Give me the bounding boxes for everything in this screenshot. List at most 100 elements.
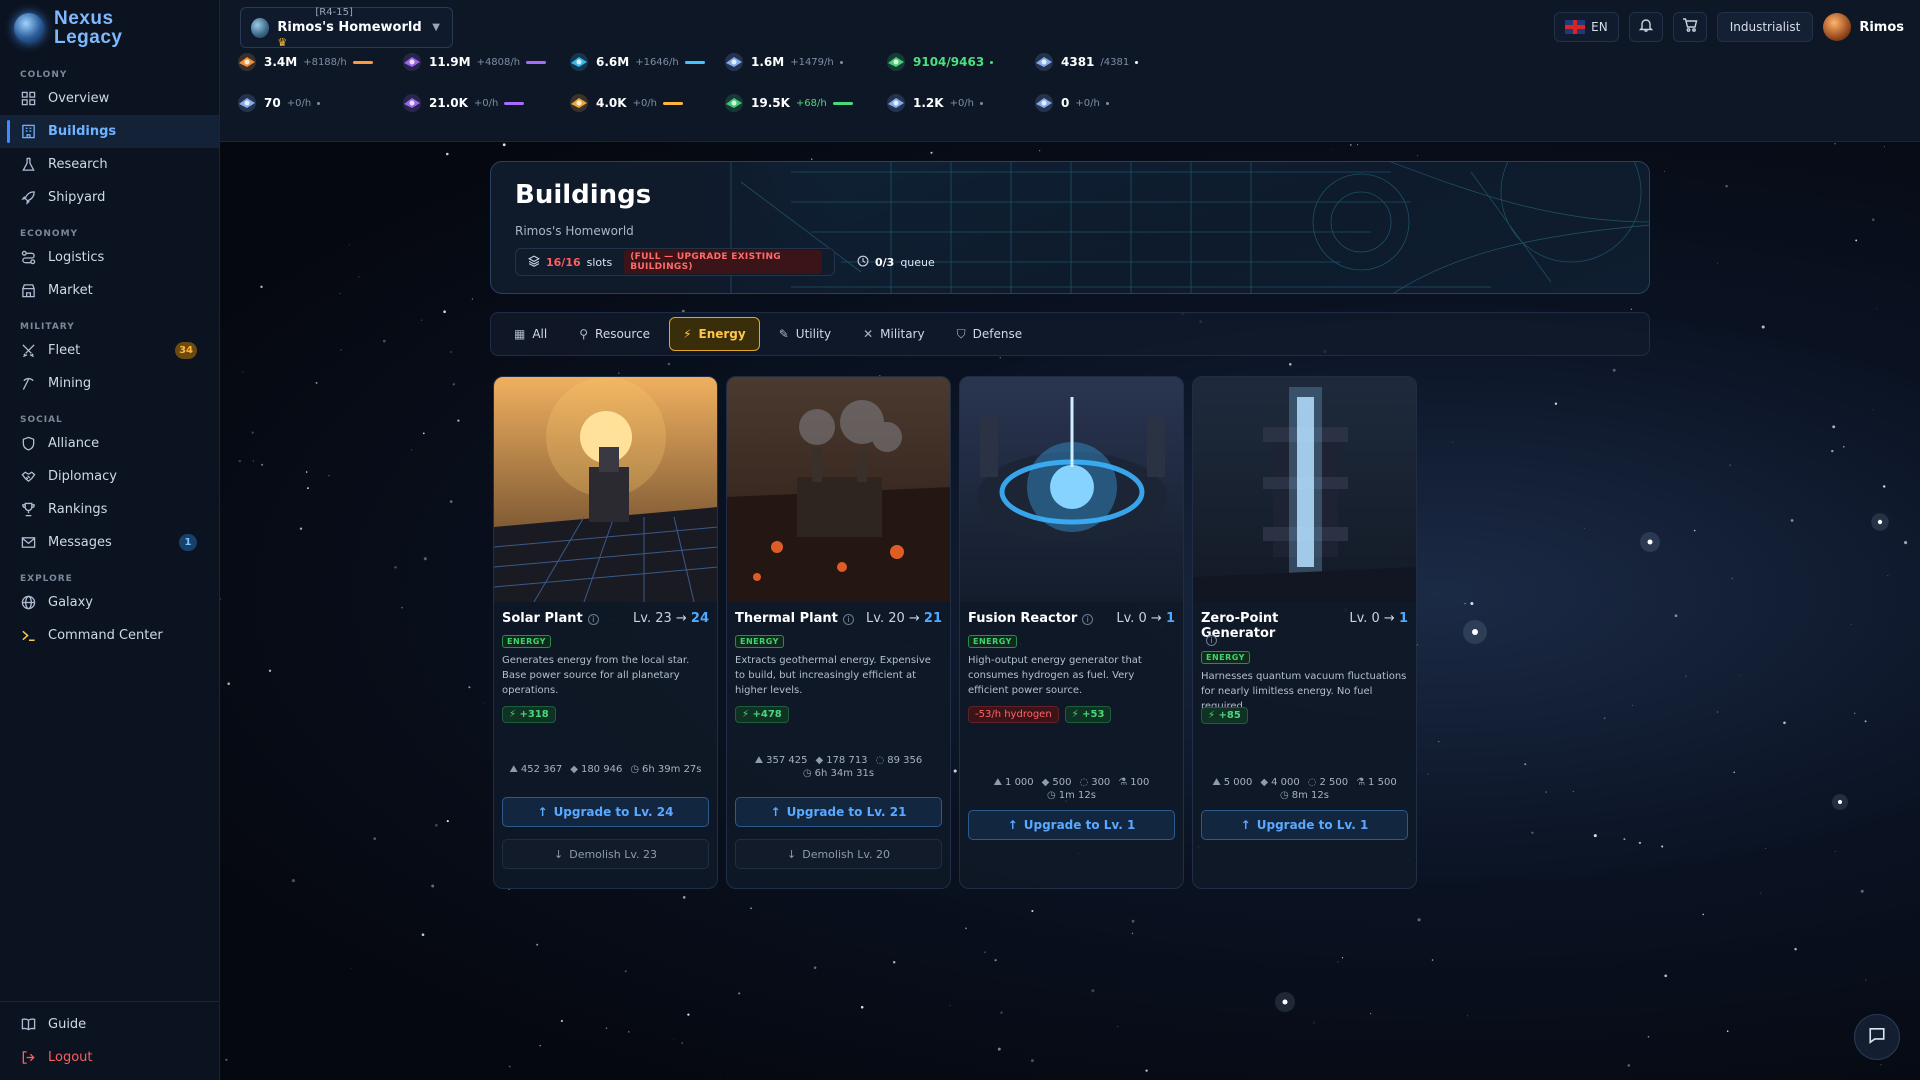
logo-icon	[14, 13, 44, 43]
resource-rate: +0/h	[286, 97, 312, 109]
swords-icon: ✕	[863, 327, 874, 341]
info-icon[interactable]: i	[842, 614, 854, 625]
next-level: 1	[1165, 611, 1175, 626]
chat-button[interactable]	[1854, 1014, 1900, 1060]
sidebar-item-label: Alliance	[48, 436, 100, 451]
planet-selector[interactable]: [R4-15] Rimos's Homeworld ♛ ▼	[240, 7, 453, 49]
sidebar-item-diplomacy[interactable]: Diplomacy	[0, 460, 219, 493]
cost-list: ⛰ 452 367 ◆ 180 946 ◷ 6h 39m 27s	[502, 764, 709, 775]
rank-badge[interactable]: Industrialist	[1716, 12, 1814, 42]
sidebar-item-research[interactable]: Research	[0, 148, 219, 181]
cost-list: ⛰ 1 000 ◆ 500 ◌ 300 ⚗ 100 ◷ 1m 12s	[968, 777, 1175, 801]
ore-icon: ⛰	[509, 764, 518, 775]
upgrade-button[interactable]: ↑ Upgrade to Lv. 1	[968, 810, 1175, 840]
sidebar-item-label: Overview	[48, 91, 110, 106]
hydrogen-orb-icon	[568, 51, 590, 73]
resource-bar	[317, 101, 321, 105]
upgrade-button[interactable]: ↑ Upgrade to Lv. 21	[735, 797, 942, 827]
category-tag: ENERGY	[968, 635, 1017, 648]
sidebar-item-label: Messages	[48, 535, 112, 550]
resource-hydrogen-orb: 6.6M +1646/h	[568, 47, 723, 77]
crystal-icon: ◆	[1041, 777, 1050, 788]
resource-bar	[684, 60, 705, 64]
cost-value: 8m 12s	[1291, 790, 1329, 801]
demolish-label: Demolish Lv. 20	[802, 847, 890, 861]
flask-icon: ⚗	[1118, 777, 1128, 788]
grid-icon	[20, 91, 36, 107]
queue-indicator: 0/3 queue	[845, 248, 935, 276]
resource-rate: +1646/h	[635, 56, 679, 68]
hydrogen-icon: ◌	[1079, 777, 1089, 788]
upgrade-label: Upgrade to Lv. 1	[1023, 818, 1136, 832]
notifications-button[interactable]	[1628, 12, 1663, 42]
demolish-button[interactable]: ↓ Demolish Lv. 23	[502, 839, 709, 869]
cost-value: 1m 12s	[1058, 790, 1096, 801]
book-icon	[20, 1017, 36, 1033]
resource-value: 1.2K	[913, 96, 944, 110]
sidebar-item-logistics[interactable]: Logistics	[0, 241, 219, 274]
tab-label: Utility	[795, 327, 832, 341]
app-logo[interactable]: Nexus Legacy	[0, 0, 219, 56]
upgrade-button[interactable]: ↑ Upgrade to Lv. 1	[1201, 810, 1408, 840]
sidebar-item-rankings[interactable]: Rankings	[0, 493, 219, 526]
language-selector[interactable]: EN	[1554, 12, 1619, 42]
shop-button[interactable]	[1672, 12, 1707, 42]
tab-energy[interactable]: ⚡ Energy	[669, 317, 760, 351]
production-badge: ⚡ +478	[735, 706, 789, 723]
sidebar-item-logout[interactable]: Logout	[0, 1041, 220, 1074]
sidebar-item-buildings[interactable]: Buildings	[0, 115, 219, 148]
cost-value: 300	[1091, 777, 1111, 788]
sidebar-item-guide[interactable]: Guide	[0, 1008, 220, 1041]
sidebar-item-mining[interactable]: Mining	[0, 367, 219, 400]
cost-value: 2 500	[1319, 777, 1349, 788]
tab-all[interactable]: ▦ All	[501, 317, 560, 351]
sidebar-item-label: Logistics	[48, 250, 105, 265]
resource-bar	[990, 60, 994, 64]
building-level: Lv. 20 → 21	[866, 611, 942, 626]
ore-icon: ⛰	[993, 777, 1003, 788]
demolish-button[interactable]: ↓ Demolish Lv. 20	[735, 839, 942, 869]
resource-bar	[1135, 60, 1139, 64]
cost-clock: ◷ 8m 12s	[1280, 790, 1329, 801]
sidebar-item-galaxy[interactable]: Galaxy	[0, 586, 219, 619]
sidebar-item-shipyard[interactable]: Shipyard	[0, 181, 219, 214]
user-menu[interactable]: Rimos	[1823, 13, 1904, 41]
tab-military[interactable]: ✕ Military	[850, 317, 938, 351]
sidebar-item-fleet[interactable]: Fleet 34	[0, 334, 219, 367]
info-icon[interactable]: i	[1082, 614, 1094, 625]
cost-crystal: ◆ 4 000	[1260, 777, 1299, 788]
cost-value: 1 000	[1005, 777, 1034, 788]
nav-section-explore: EXPLORE	[20, 574, 73, 584]
cost-value: 6h 34m 31s	[814, 768, 875, 779]
sidebar-item-messages[interactable]: Messages 1	[0, 526, 219, 559]
tab-defense[interactable]: ⛉ Defense	[944, 317, 1036, 351]
resource-value: 4381	[1061, 55, 1095, 69]
sidebar-item-market[interactable]: Market	[0, 274, 219, 307]
top-right-controls: EN Industrialist Rimos	[1554, 10, 1904, 44]
sidebar-item-overview[interactable]: Overview	[0, 82, 219, 115]
info-icon[interactable]: i	[587, 614, 599, 625]
cost-value: 452 367	[520, 764, 563, 775]
resource-value: 0	[1061, 96, 1070, 110]
uk-flag-icon	[1565, 20, 1586, 34]
handshake-icon	[20, 469, 36, 485]
sidebar-item-alliance[interactable]: Alliance	[0, 427, 219, 460]
tab-resource[interactable]: ⚲ Resource	[566, 317, 663, 351]
info-icon[interactable]: i	[1206, 635, 1217, 646]
energy-core-icon	[885, 51, 907, 73]
arrow-up-icon: ↑	[1007, 818, 1018, 832]
upgrade-button[interactable]: ↑ Upgrade to Lv. 24	[502, 797, 709, 827]
upgrade-label: Upgrade to Lv. 1	[1256, 818, 1369, 832]
slots-full-warning: (FULL — UPGRADE EXISTING BUILDINGS)	[624, 250, 822, 274]
sidebar-bottom: Guide Logout	[0, 1001, 220, 1080]
tab-label: Defense	[972, 327, 1023, 341]
resource-value: 6.6M	[596, 55, 630, 69]
sidebar-item-command-center[interactable]: Command Center	[0, 619, 219, 652]
cost-crystal: ◆ 178 713	[815, 755, 867, 766]
tab-utility[interactable]: ✎ Utility	[766, 317, 844, 351]
resource-void-ship: 1.2K +0/h	[885, 88, 1033, 118]
production-row: ⚡ +318	[502, 702, 556, 723]
current-level: Lv. 20 →	[866, 611, 924, 626]
cost-hydrogen: ◌ 300	[1079, 777, 1110, 788]
building-level: Lv. 23 → 24	[633, 611, 709, 626]
